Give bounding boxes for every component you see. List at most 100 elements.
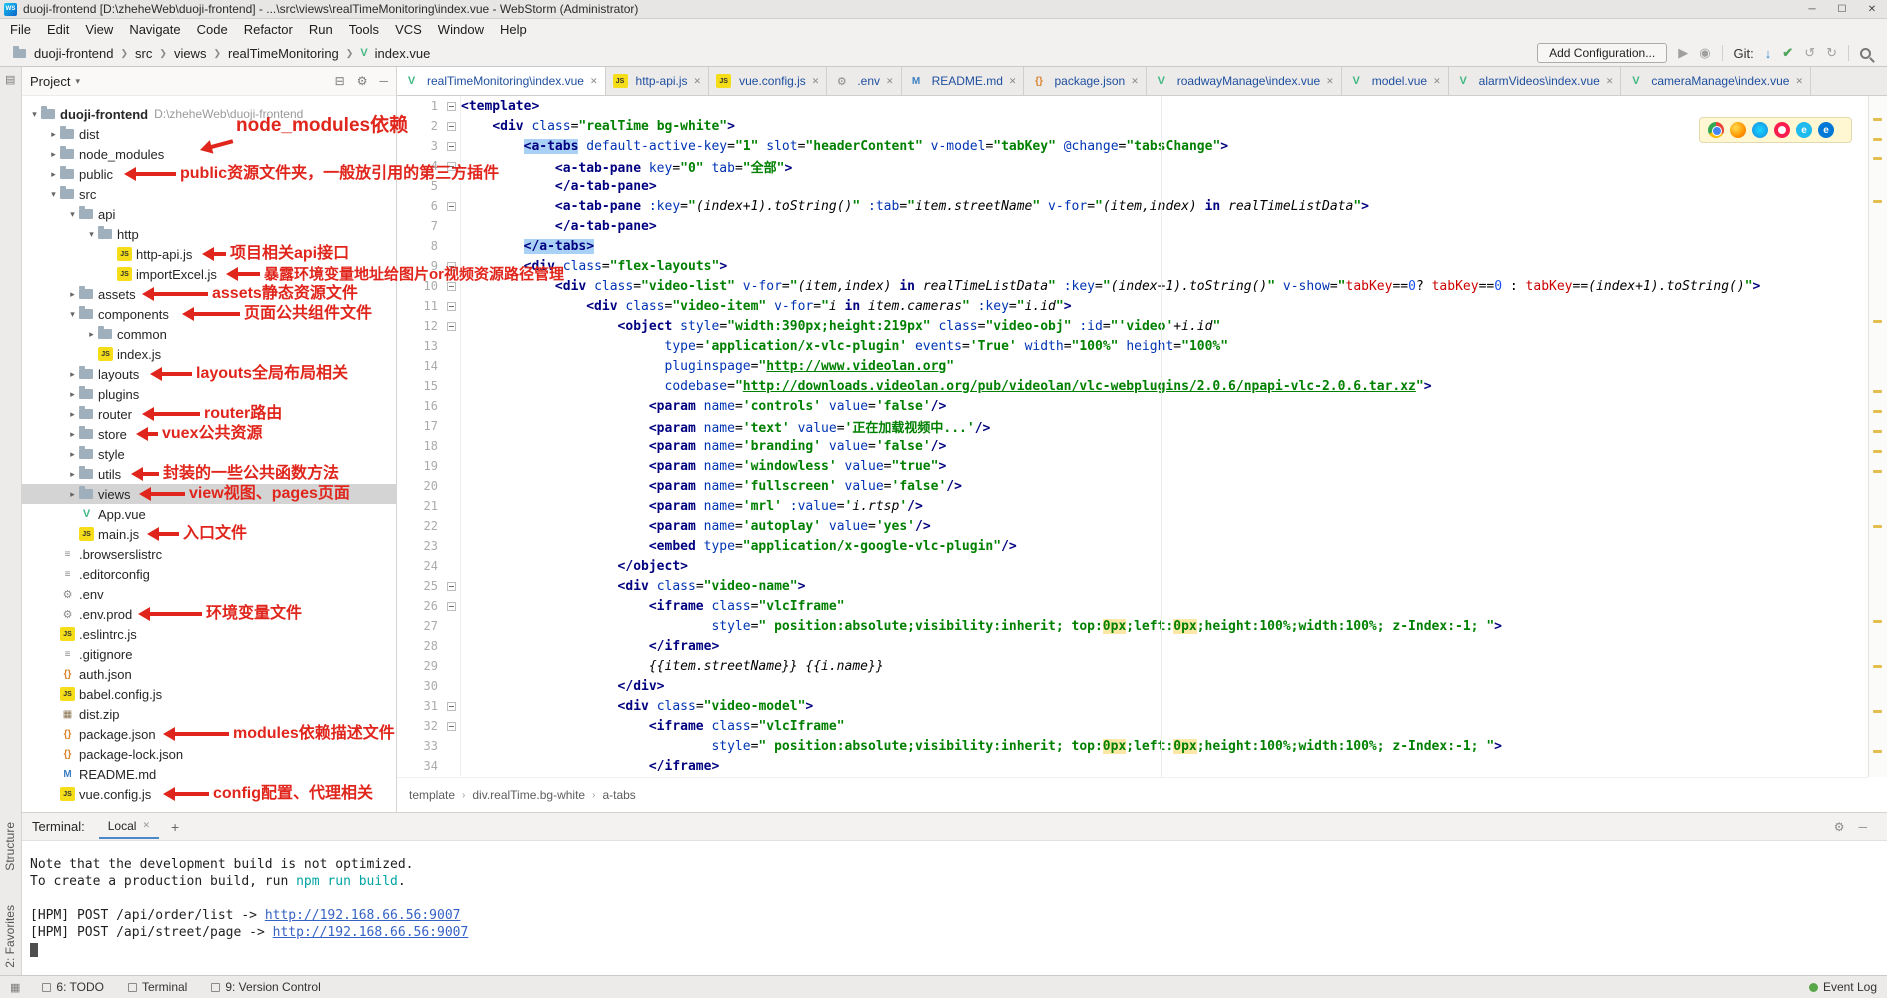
close-icon[interactable]: ✕ [1326,76,1334,87]
code-line[interactable]: 24 </object> [397,556,1868,576]
code-line[interactable]: 12 <object style="width:390px;height:219… [397,316,1868,336]
menu-edit[interactable]: Edit [39,21,77,38]
close-icon[interactable]: ✕ [812,76,820,87]
code-line[interactable]: 13 type='application/x-vlc-plugin' event… [397,336,1868,356]
breadcrumb-item-template[interactable]: template [409,788,455,802]
code-line[interactable]: 18 <param name='branding' value='false'/… [397,436,1868,456]
warning-tick[interactable] [1873,430,1882,433]
warning-tick[interactable] [1873,665,1882,668]
tree-item-package-json[interactable]: {}package.json [22,724,396,744]
editor-tab-roadwaymanage-index-vue[interactable]: VroadwayManage\index.vue✕ [1147,67,1342,95]
chevron-down-icon[interactable]: ▾ [47,189,60,200]
code-line[interactable]: 33 style=" position:absolute;visibility:… [397,736,1868,756]
warning-tick[interactable] [1873,450,1882,453]
todo-button[interactable]: 6: TODO [42,980,104,994]
code-line[interactable]: 20 <param name='fullscreen' value='false… [397,476,1868,496]
fold-marker-icon[interactable] [442,282,460,291]
tree-item-dist-zip[interactable]: ▦dist.zip [22,704,396,724]
tree-item-package-lock-json[interactable]: {}package-lock.json [22,744,396,764]
safari-icon[interactable] [1752,122,1768,138]
tree-item-eslintrc-js[interactable]: JS.eslintrc.js [22,624,396,644]
maximize-button[interactable]: ☐ [1827,0,1857,18]
fold-marker-icon[interactable] [442,602,460,611]
code-line[interactable]: 2 <div class="realTime bg-white"> [397,116,1868,136]
code-line[interactable]: 19 <param name='windowless' value="true"… [397,456,1868,476]
menu-help[interactable]: Help [492,21,535,38]
settings-gear-icon[interactable]: ⚙ [357,74,368,88]
tree-item-plugins[interactable]: ▸plugins [22,384,396,404]
breadcrumb-item-views[interactable]: views [172,46,209,61]
editor-tab-http-api-js[interactable]: JShttp-api.js✕ [606,67,710,95]
opera-icon[interactable] [1774,122,1790,138]
close-icon[interactable]: ✕ [590,76,598,87]
tree-item-browserslistrc[interactable]: ≡.browserslistrc [22,544,396,564]
fold-marker-icon[interactable] [442,102,460,111]
tree-item-http[interactable]: ▾http [22,224,396,244]
menu-file[interactable]: File [2,21,39,38]
tree-item-node-modules[interactable]: ▸node_modules [22,144,396,164]
warning-tick[interactable] [1873,320,1882,323]
code-line[interactable]: 7 </a-tab-pane> [397,216,1868,236]
chevron-right-icon[interactable]: ▸ [47,169,60,180]
code-line[interactable]: 4 <a-tab-pane key="0" tab="全部"> [397,156,1868,176]
editor-tab-env[interactable]: ⚙.env✕ [827,67,901,95]
project-panel-title[interactable]: Project [30,74,70,89]
close-icon[interactable]: ✕ [142,820,150,831]
code-line[interactable]: 11 <div class="video-item" v-for="i in i… [397,296,1868,316]
terminal-output[interactable]: Note that the development build is not o… [22,841,1887,959]
chevron-down-icon[interactable]: ▾ [66,209,79,220]
chevron-right-icon[interactable]: ▸ [66,489,79,500]
terminal-link[interactable]: http://192.168.66.56:9007 [265,908,461,923]
code-line[interactable]: 31 <div class="video-model"> [397,696,1868,716]
tree-item-public[interactable]: ▸public [22,164,396,184]
menu-refactor[interactable]: Refactor [236,21,301,38]
warning-tick[interactable] [1873,525,1882,528]
warning-tick[interactable] [1873,138,1882,141]
close-icon[interactable]: ✕ [1606,76,1614,87]
fold-marker-icon[interactable] [442,142,460,151]
code-line[interactable]: 23 <embed type="application/x-google-vlc… [397,536,1868,556]
editor-tab-readme-md[interactable]: MREADME.md✕ [902,67,1025,95]
menu-view[interactable]: View [77,21,121,38]
close-icon[interactable]: ✕ [886,76,894,87]
error-stripe[interactable] [1868,96,1887,777]
chevron-down-icon[interactable]: ▾ [28,109,41,120]
code-line[interactable]: 22 <param name='autoplay' value='yes'/> [397,516,1868,536]
git-revert-icon[interactable]: ↺ [1804,45,1815,61]
chevron-right-icon[interactable]: ▸ [66,369,79,380]
warning-tick[interactable] [1873,470,1882,473]
menu-tools[interactable]: Tools [341,21,387,38]
tree-item-env-prod[interactable]: ⚙.env.prod [22,604,396,624]
chevron-down-icon[interactable]: ▾ [75,76,80,87]
close-button[interactable]: ✕ [1857,0,1887,18]
code-line[interactable]: 29 {{item.streetName}} {{i.name}} [397,656,1868,676]
chevron-right-icon[interactable]: ▸ [85,329,98,340]
tree-item-auth-json[interactable]: {}auth.json [22,664,396,684]
tree-item-utils[interactable]: ▸utils [22,464,396,484]
code-line[interactable]: 34 </iframe> [397,756,1868,776]
chevron-right-icon[interactable]: ▸ [47,149,60,160]
code-line[interactable]: 28 </iframe> [397,636,1868,656]
editor-tab-vue-config-js[interactable]: JSvue.config.js✕ [709,67,827,95]
tree-item-store[interactable]: ▸store [22,424,396,444]
add-configuration-button[interactable]: Add Configuration... [1537,43,1667,63]
tree-item-importexcel-js[interactable]: JSimportExcel.js [22,264,396,284]
tree-item-main-js[interactable]: JSmain.js [22,524,396,544]
collapse-all-icon[interactable]: ⊟ [335,74,345,88]
tree-item-editorconfig[interactable]: ≡.editorconfig [22,564,396,584]
breadcrumb-item-a-tabs[interactable]: a-tabs [602,788,635,802]
chevron-down-icon[interactable]: ▾ [66,309,79,320]
chrome-icon[interactable] [1708,122,1724,138]
history-icon[interactable]: ↻ [1826,45,1837,61]
fold-marker-icon[interactable] [442,322,460,331]
minimize-icon[interactable]: ─ [1858,820,1867,834]
chevron-right-icon[interactable]: ▸ [66,469,79,480]
breadcrumb-item-div-realtime-bg-white[interactable]: div.realTime.bg-white [472,788,585,802]
chevron-right-icon[interactable]: ▸ [66,289,79,300]
tree-item-src[interactable]: ▾src [22,184,396,204]
tree-item-app-vue[interactable]: VApp.vue [22,504,396,524]
hide-panel-icon[interactable]: ─ [379,74,388,88]
warning-tick[interactable] [1873,390,1882,393]
tree-item-views[interactable]: ▸views [22,484,396,504]
breadcrumb-item-realtimemonitoring[interactable]: realTimeMonitoring [226,46,341,61]
